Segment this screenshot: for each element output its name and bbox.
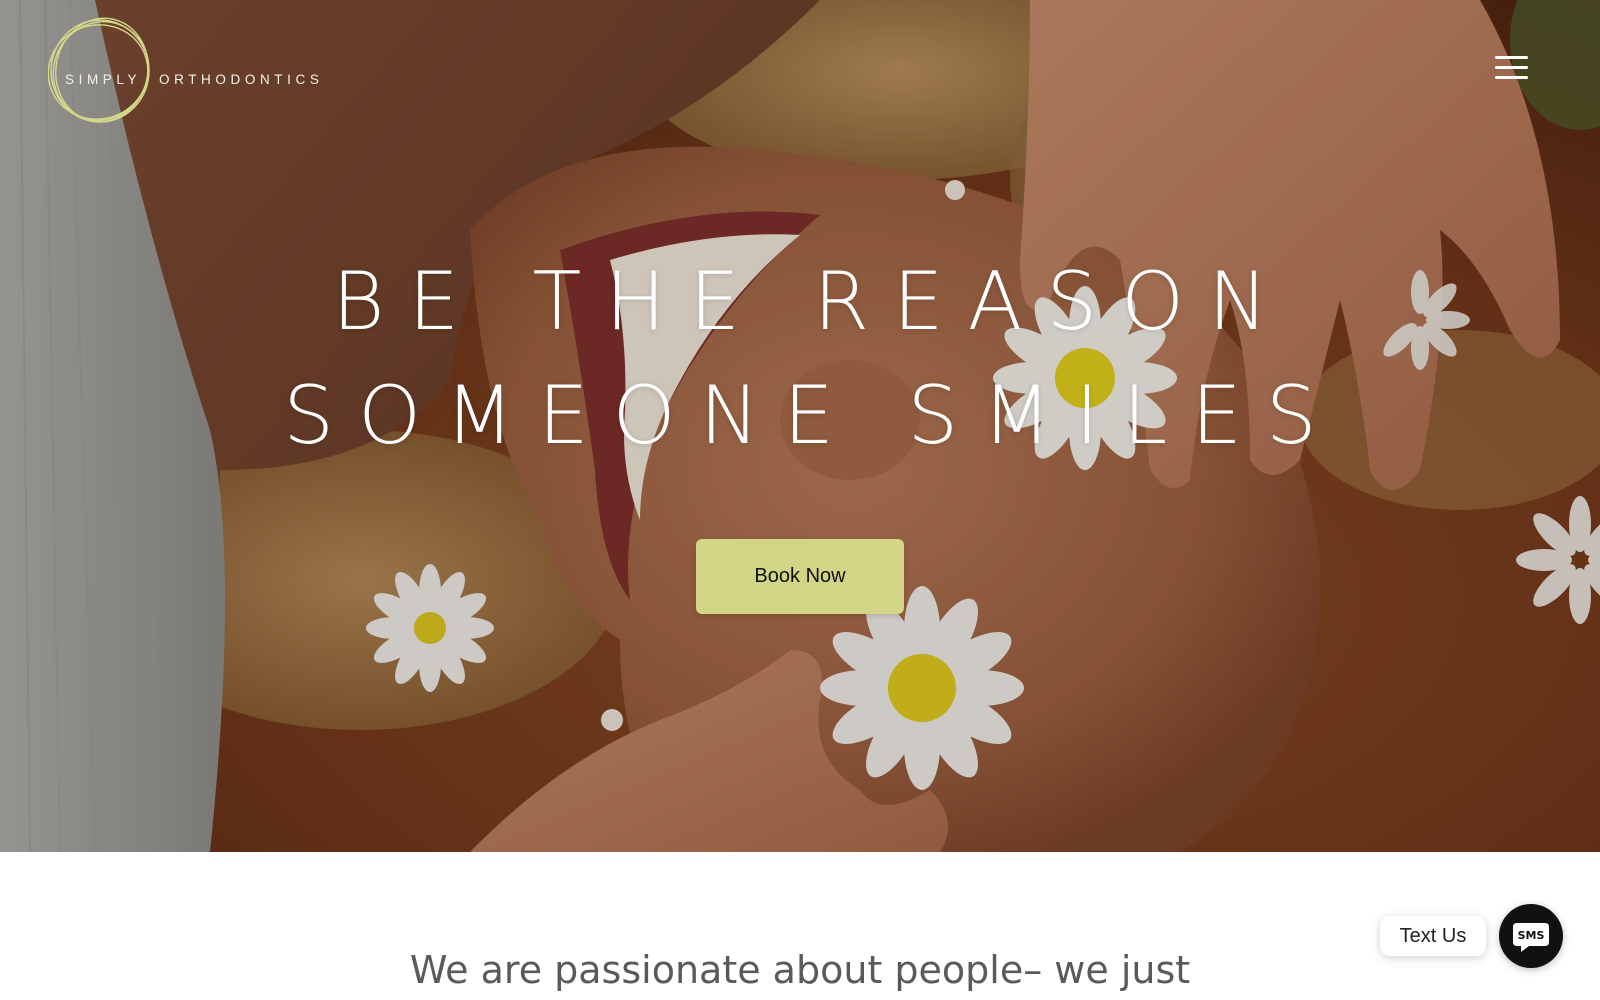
logo-ring-icon [48,17,150,123]
sms-icon-text: SMS [1518,929,1545,942]
brand-name-part2: ORTHODONTICS [159,72,324,87]
sms-chat-bubble-icon: SMS [1513,923,1549,952]
hero-headline-line2: SOMEONE SMILES [283,369,1341,462]
hero-headline-line1: BE THE REASON [332,255,1292,348]
brand-name-part1: SIMPLY [65,72,142,87]
book-now-button[interactable]: Book Now [696,539,904,614]
hero-headline: BE THE REASON SOMEONE SMILES [0,245,1600,473]
sms-chat-button[interactable]: SMS [1499,904,1563,968]
intro-text: We are passionate about people– we just [409,948,1191,992]
hero-section: SIMPLY ORTHODONTICS BE THE REASON SOMEON… [0,0,1600,852]
brand-logo[interactable]: SIMPLY ORTHODONTICS [48,16,338,126]
page: SIMPLY ORTHODONTICS BE THE REASON SOMEON… [0,0,1600,1000]
hamburger-menu-icon[interactable] [1490,52,1530,86]
text-us-label[interactable]: Text Us [1380,916,1486,956]
